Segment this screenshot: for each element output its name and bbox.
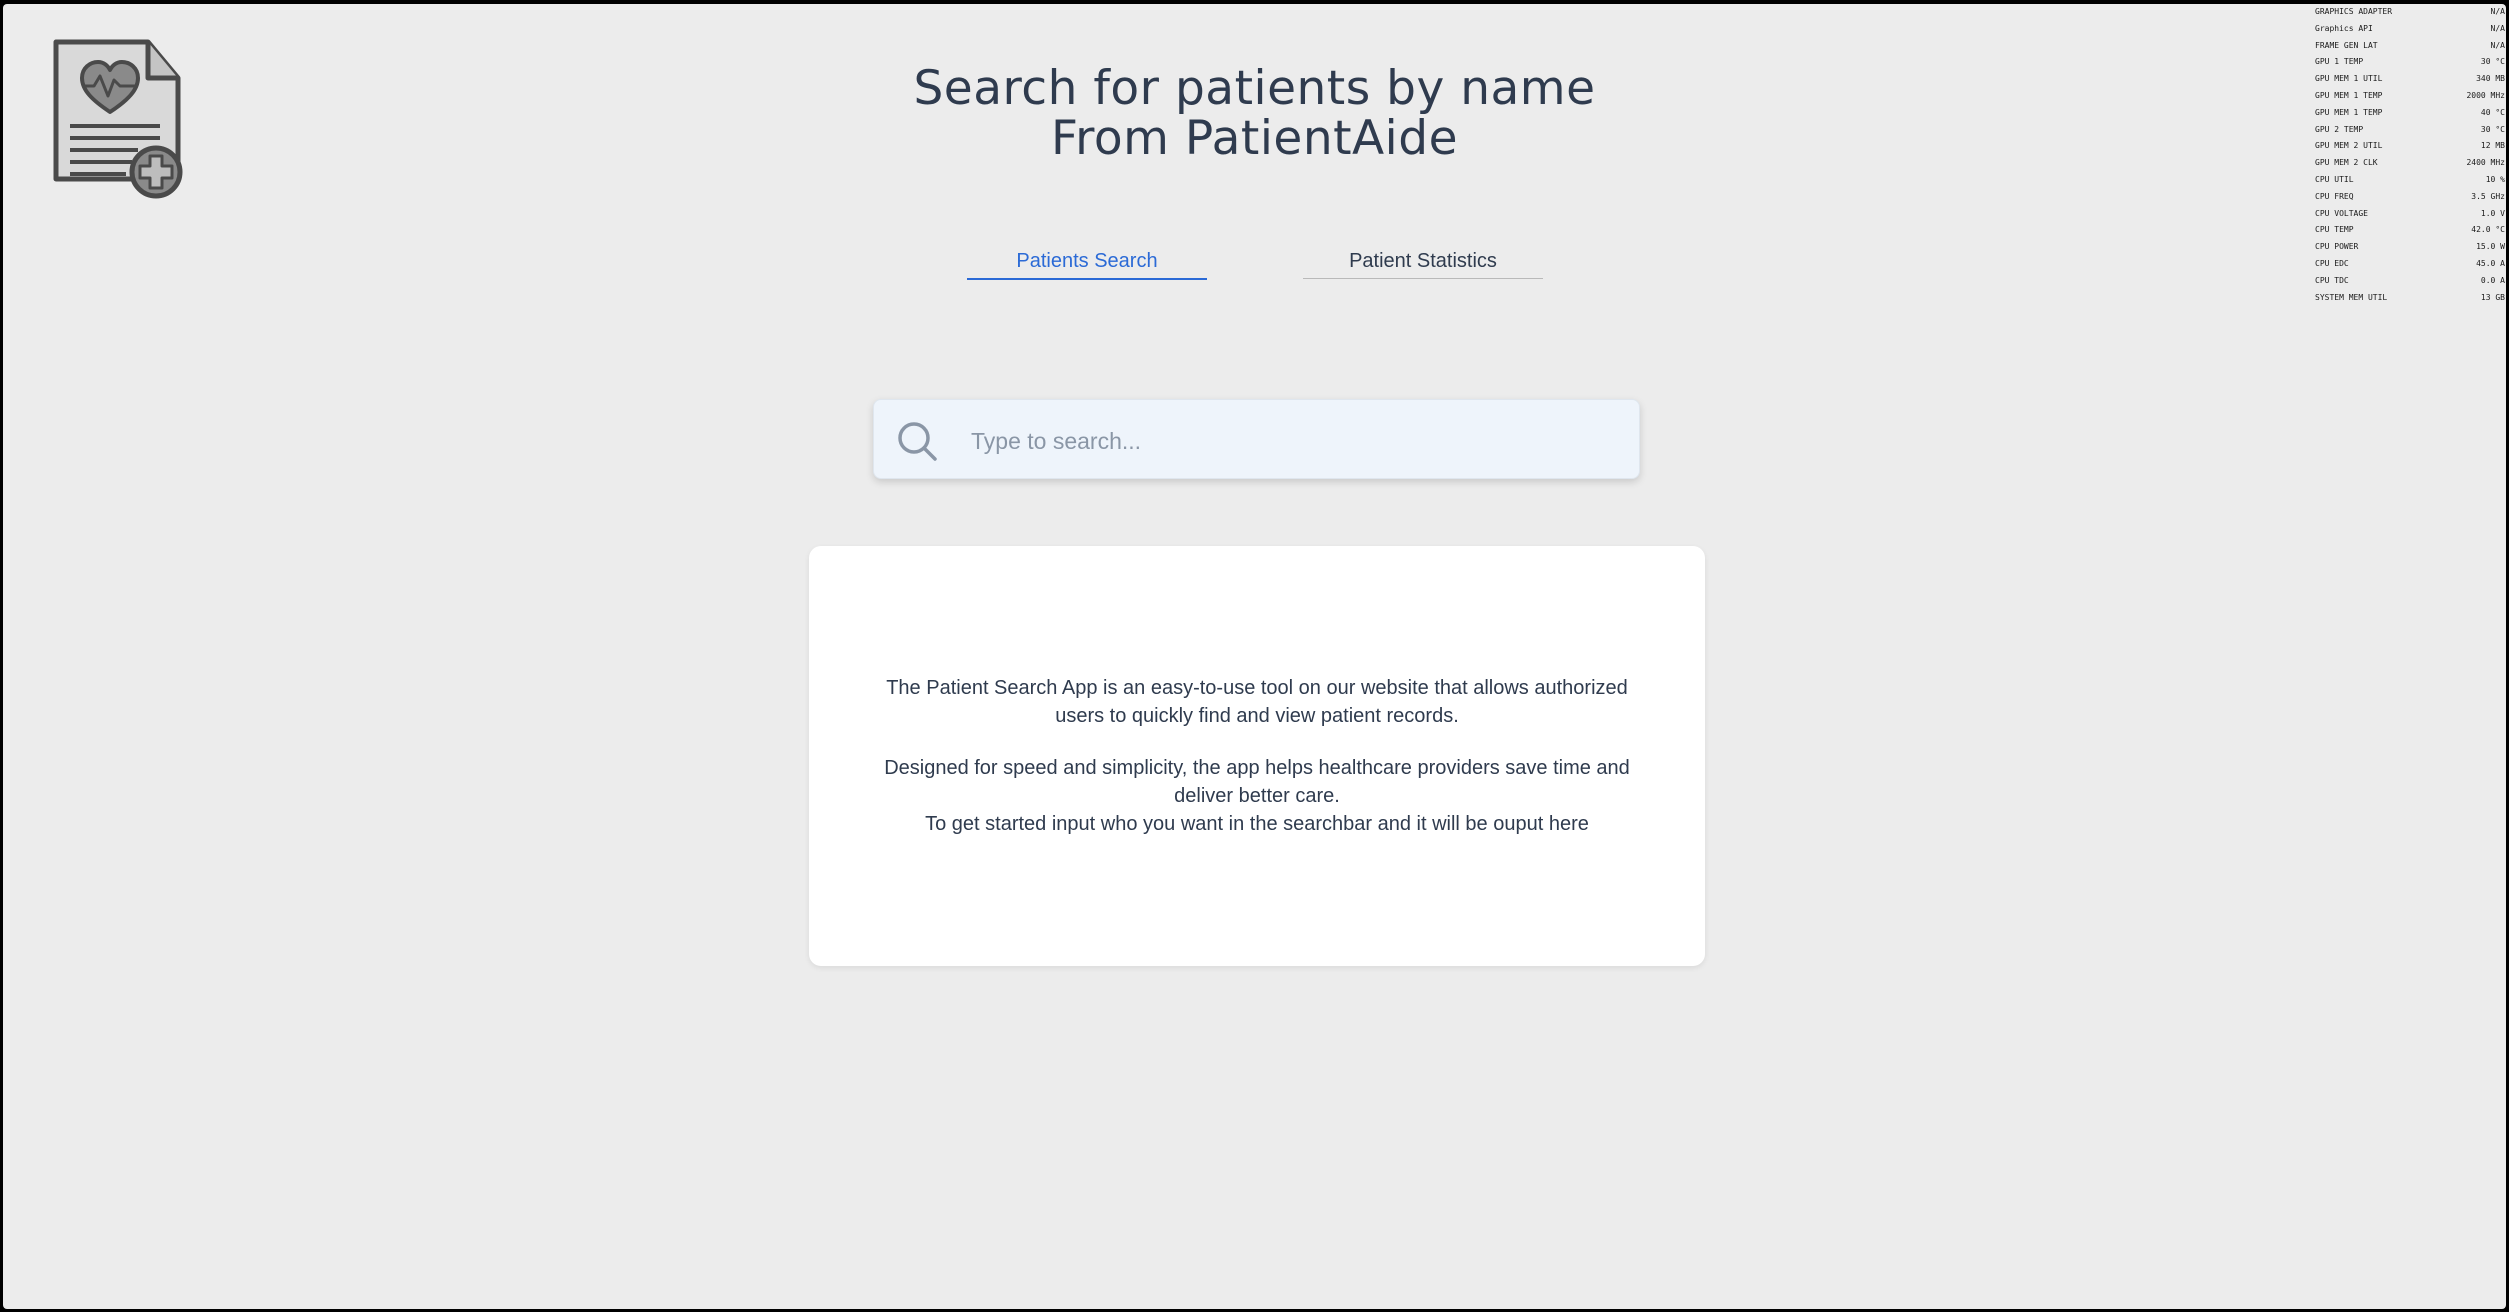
system-monitor-label: GPU MEM 1 UTIL xyxy=(2315,74,2383,84)
system-monitor-value: 10 % xyxy=(2485,174,2505,184)
system-monitor-value: N/A xyxy=(2490,40,2505,50)
system-monitor-label: CPU TEMP xyxy=(2315,225,2354,235)
results-description: The Patient Search App is an easy-to-use… xyxy=(869,674,1645,838)
system-monitor-value: 40 °C xyxy=(2480,107,2505,117)
system-monitor-row: GPU MEM 1 TEMP 40 °C xyxy=(2315,105,2505,122)
system-monitor-value: 13 GB xyxy=(2480,292,2505,302)
system-monitor-row: GRAPHICS ADAPTER N/A xyxy=(2315,4,2505,21)
description-paragraph-1: The Patient Search App is an easy-to-use… xyxy=(886,677,1628,727)
system-monitor-value: N/A xyxy=(2490,7,2505,16)
description-paragraph-3: To get started input who you want in the… xyxy=(925,813,1589,835)
system-monitor-label: SYSTEM MEM UTIL xyxy=(2315,292,2388,302)
system-monitor-label: GPU MEM 2 UTIL xyxy=(2315,141,2383,151)
system-monitor-label: GPU MEM 1 TEMP xyxy=(2315,90,2383,100)
system-monitor-row: CPU TDC 0.0 A xyxy=(2315,273,2505,290)
system-monitor-row: CPU FREQ 3.5 GHz xyxy=(2315,189,2505,206)
description-paragraph-2: Designed for speed and simplicity, the a… xyxy=(884,757,1630,807)
system-monitor-row: GPU MEM 2 CLK 2400 MHz xyxy=(2315,155,2505,172)
system-monitor-value: 3.5 GHz xyxy=(2471,191,2505,201)
system-monitor-value: N/A xyxy=(2490,23,2505,33)
system-monitor-value: 2000 MHz xyxy=(2466,90,2505,100)
system-monitor-row: Graphics API N/A xyxy=(2315,21,2505,38)
system-monitor-value: 30 °C xyxy=(2480,124,2505,134)
system-monitor-value: 30 °C xyxy=(2480,57,2505,67)
system-monitor-row: FRAME GEN LAT N/A xyxy=(2315,38,2505,55)
tab-patients-search[interactable]: Patients Search xyxy=(967,244,1207,280)
system-monitor-value: 2400 MHz xyxy=(2466,158,2505,168)
tab-bar: Patients Search Patient Statistics xyxy=(3,244,2506,284)
app-window: Search for patients by name From Patient… xyxy=(3,4,2506,1309)
system-monitor-label: Graphics API xyxy=(2315,23,2373,33)
page-title-line1: Search for patients by name xyxy=(913,61,1596,116)
system-monitor-label: GPU 1 TEMP xyxy=(2315,57,2364,67)
system-monitor-label: GPU MEM 2 CLK xyxy=(2315,158,2378,168)
system-monitor-value: 15.0 W xyxy=(2476,242,2505,252)
system-monitor-label: CPU EDC xyxy=(2315,258,2349,268)
system-monitor-value: 12 MB xyxy=(2480,141,2505,151)
system-monitor-row: GPU 2 TEMP 30 °C xyxy=(2315,122,2505,139)
system-monitor-row: GPU 1 TEMP 30 °C xyxy=(2315,54,2505,71)
tab-patient-statistics[interactable]: Patient Statistics xyxy=(1303,244,1543,279)
system-monitor-row: GPU MEM 1 TEMP 2000 MHz xyxy=(2315,88,2505,105)
system-monitor-label: CPU UTIL xyxy=(2315,174,2354,184)
system-monitor-label: GRAPHICS ADAPTER xyxy=(2315,7,2393,16)
results-card: The Patient Search App is an easy-to-use… xyxy=(809,546,1705,966)
system-monitor-label: CPU VOLTAGE xyxy=(2315,208,2368,218)
system-monitor-row: CPU EDC 45.0 A xyxy=(2315,256,2505,273)
system-monitor-row: CPU UTIL 10 % xyxy=(2315,172,2505,189)
system-monitor-value: 340 MB xyxy=(2476,74,2505,84)
system-monitor-label: CPU FREQ xyxy=(2315,191,2354,201)
system-monitor-overlay: GRAPHICS ADAPTER N/A Graphics API N/A FRAME … xyxy=(2315,4,2505,306)
system-monitor-label: CPU TDC xyxy=(2315,275,2349,285)
search-input[interactable] xyxy=(969,418,1613,464)
page-title-line2: From PatientAide xyxy=(1051,111,1458,166)
page-title: Search for patients by name From Patient… xyxy=(3,64,2506,164)
system-monitor-value: 0.0 A xyxy=(2480,275,2505,285)
system-monitor-row: CPU TEMP 42.0 °C xyxy=(2315,222,2505,239)
system-monitor-row: CPU POWER 15.0 W xyxy=(2315,239,2505,256)
system-monitor-label: GPU MEM 1 TEMP xyxy=(2315,107,2383,117)
system-monitor-row: GPU MEM 2 UTIL 12 MB xyxy=(2315,138,2505,155)
search-bar xyxy=(873,399,1640,479)
system-monitor-row: GPU MEM 1 UTIL 340 MB xyxy=(2315,71,2505,88)
system-monitor-row: SYSTEM MEM UTIL 13 GB xyxy=(2315,290,2505,307)
system-monitor-row: CPU VOLTAGE 1.0 V xyxy=(2315,206,2505,223)
system-monitor-value: 45.0 A xyxy=(2476,258,2505,268)
system-monitor-label: FRAME GEN LAT xyxy=(2315,40,2378,50)
search-icon[interactable] xyxy=(896,420,938,462)
system-monitor-value: 42.0 °C xyxy=(2471,225,2505,235)
system-monitor-label: CPU POWER xyxy=(2315,242,2359,252)
system-monitor-value: 1.0 V xyxy=(2480,208,2505,218)
system-monitor-label: GPU 2 TEMP xyxy=(2315,124,2364,134)
